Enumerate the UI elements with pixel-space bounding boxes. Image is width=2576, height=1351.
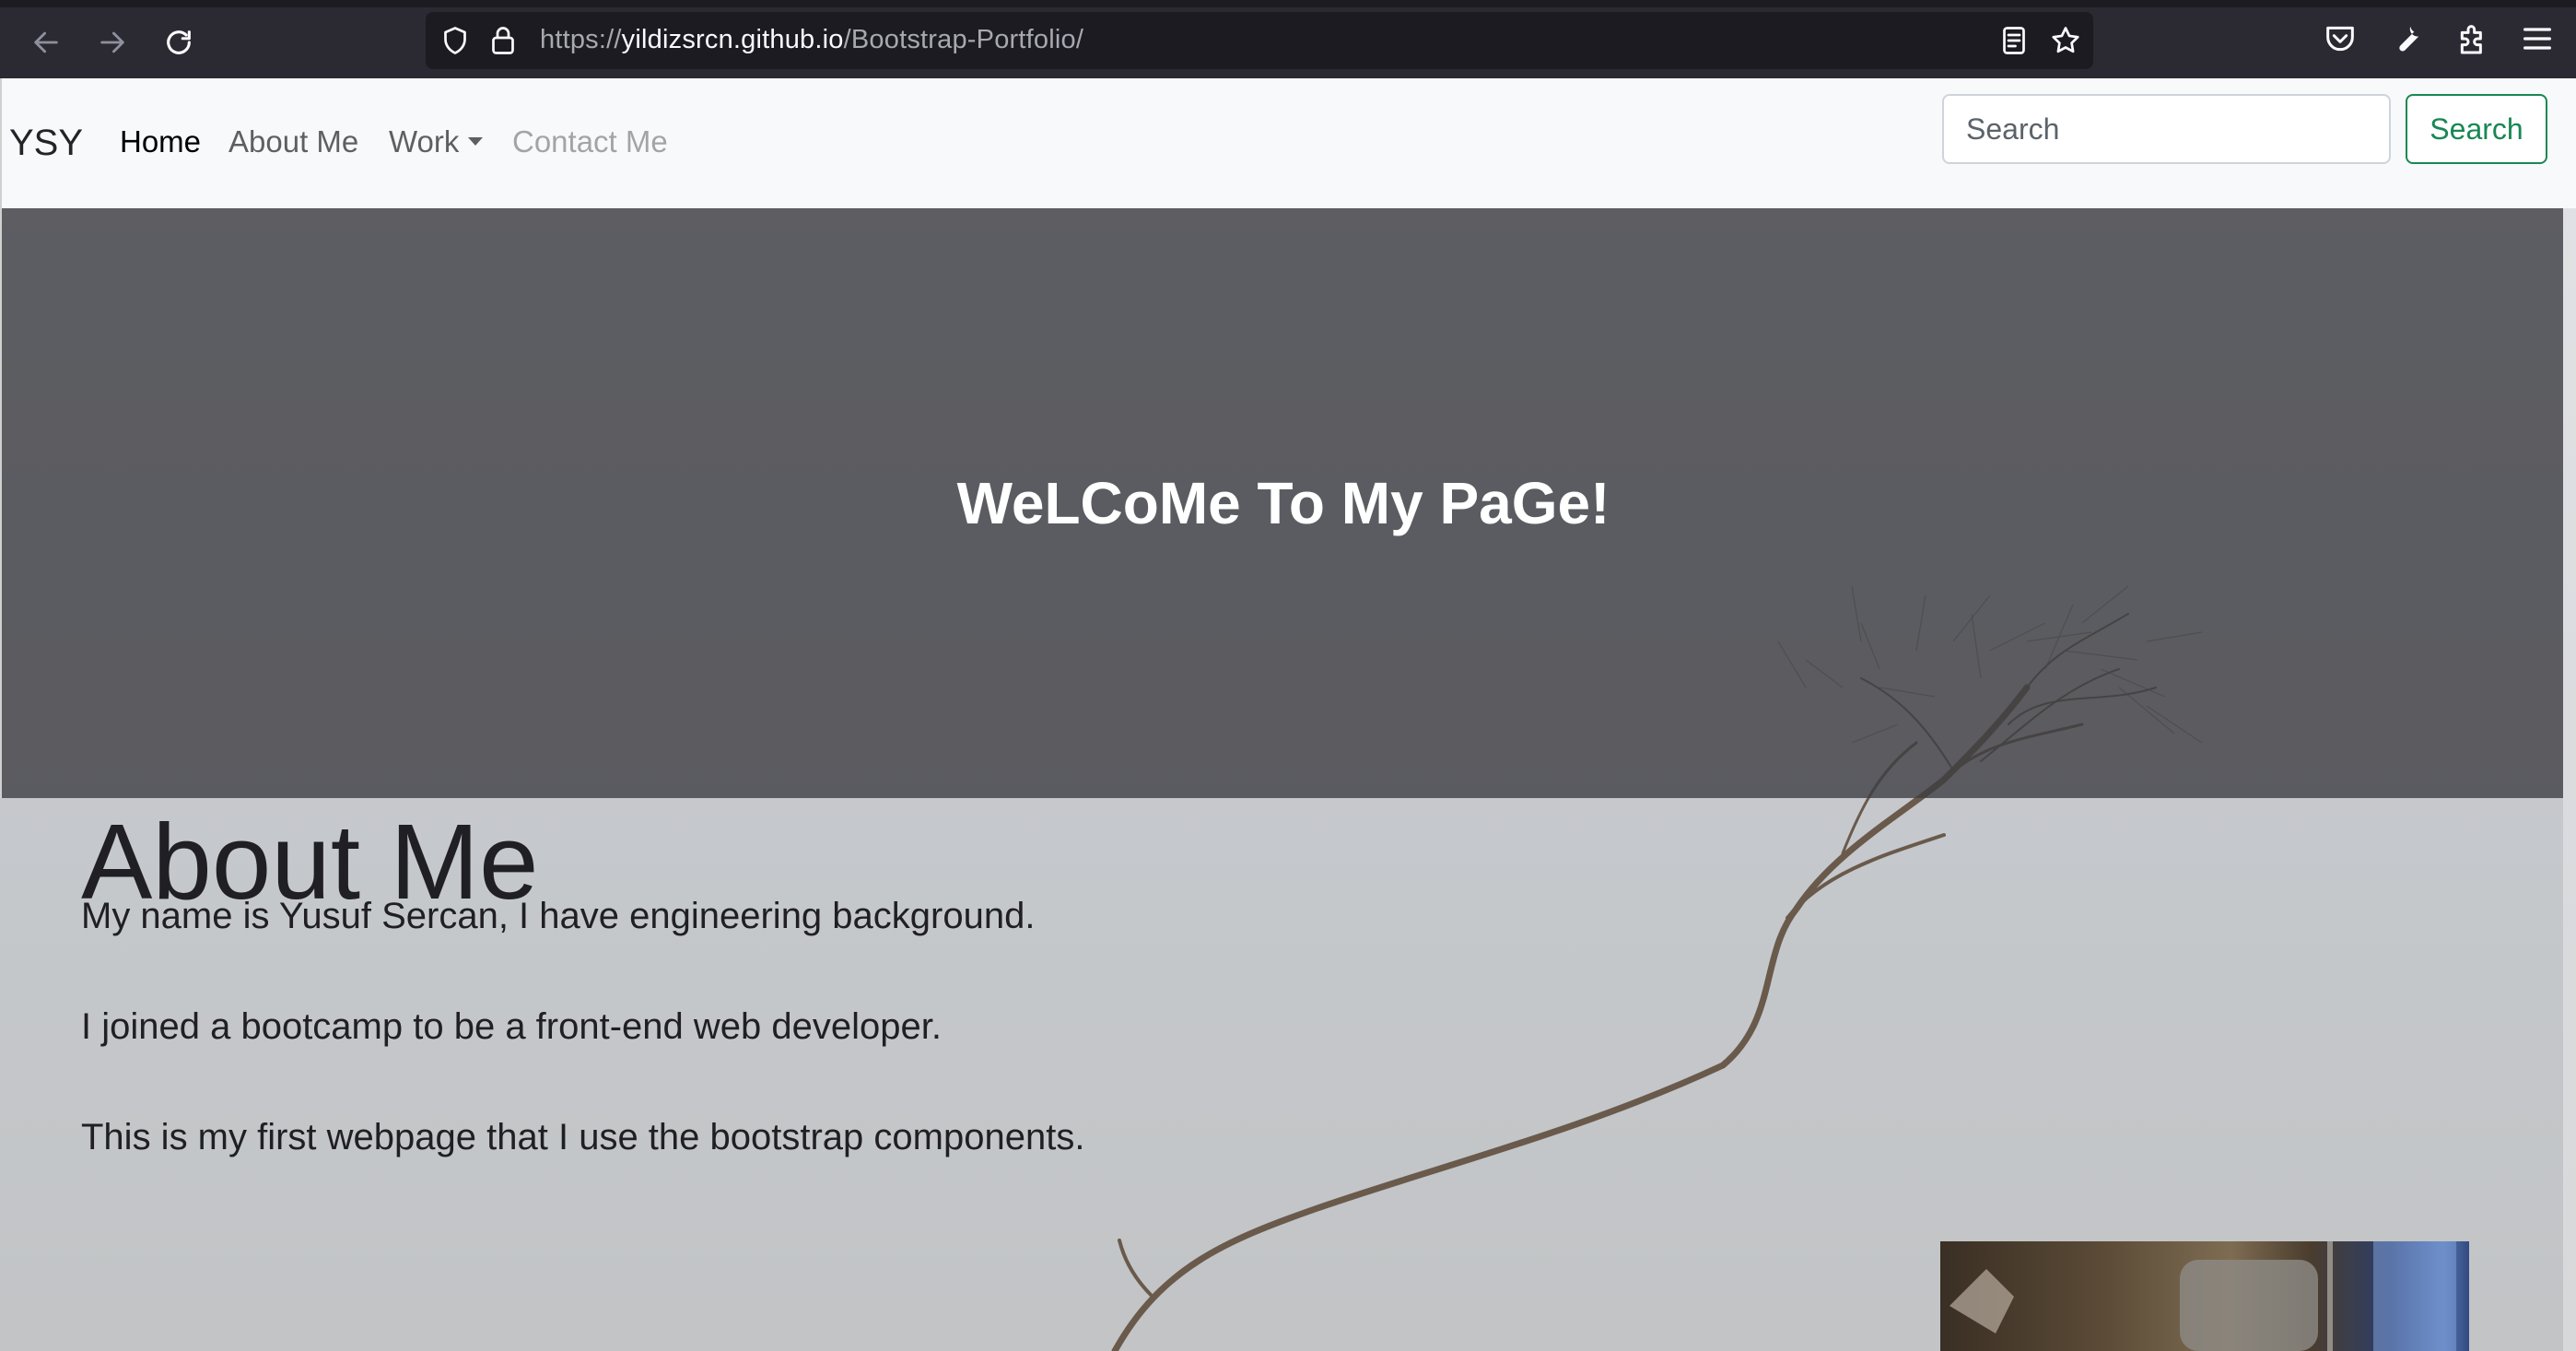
- pocket-icon[interactable]: [2322, 20, 2359, 57]
- search-input[interactable]: [1942, 94, 2391, 164]
- hero-title: WeLCoMe To My PaGe!: [956, 470, 1610, 536]
- lock-icon[interactable]: [486, 24, 520, 57]
- reload-icon: [167, 30, 191, 54]
- about-paragraph-1: My name is Yusuf Sercan, I have engineer…: [81, 896, 1036, 936]
- hero-banner: WeLCoMe To My PaGe!: [0, 208, 2563, 798]
- reload-button[interactable]: [153, 17, 205, 68]
- nav-link-contact-me: Contact Me: [512, 124, 668, 159]
- about-paragraph-3: This is my first webpage that I use the …: [81, 1117, 1085, 1157]
- nav-link-work-dropdown[interactable]: Work: [389, 124, 484, 159]
- hamburger-menu-icon[interactable]: [2519, 20, 2556, 57]
- search-button[interactable]: Search: [2406, 94, 2547, 164]
- nav-link-work-label: Work: [389, 124, 460, 159]
- forward-button[interactable]: [87, 17, 138, 68]
- browser-toolbar: https://yildizsrcn.github.io/Bootstrap-P…: [0, 0, 2576, 78]
- url-path: /Bootstrap-Portfolio/: [843, 25, 1084, 54]
- puzzle-icon[interactable]: [2454, 20, 2491, 57]
- shield-icon[interactable]: [439, 24, 472, 57]
- page-scrollbar[interactable]: [2563, 208, 2576, 1351]
- url-text[interactable]: https://yildizsrcn.github.io/Bootstrap-P…: [540, 25, 1083, 55]
- nav-link-home[interactable]: Home: [120, 124, 201, 159]
- url-scheme: https://: [540, 25, 622, 54]
- wrench-icon[interactable]: [2388, 20, 2425, 57]
- url-domain: yildizsrcn.github.io: [621, 25, 844, 54]
- about-section: About Me My name is Yusuf Sercan, I have…: [81, 803, 1739, 1157]
- site-navbar: YSY Home About Me Work Contact Me Search: [0, 78, 2576, 208]
- caret-down-icon: [468, 136, 484, 146]
- page-viewport: WeLCoMe To My PaGe! About Me My name is …: [0, 78, 2576, 1351]
- arrow-left-icon: [34, 31, 58, 53]
- reader-view-icon[interactable]: [1997, 24, 2031, 57]
- about-paragraph-2: I joined a bootcamp to be a front-end we…: [81, 1006, 942, 1047]
- nav-link-about-me[interactable]: About Me: [228, 124, 358, 159]
- photo-content: [1950, 1241, 2456, 1351]
- navbar-brand[interactable]: YSY: [9, 123, 83, 164]
- back-button[interactable]: [20, 17, 72, 68]
- profile-photo: [1940, 1241, 2469, 1351]
- tab-strip-edge: [0, 0, 2576, 7]
- star-icon[interactable]: [2049, 24, 2082, 57]
- address-bar[interactable]: https://yildizsrcn.github.io/Bootstrap-P…: [426, 12, 2093, 69]
- arrow-right-icon: [100, 31, 124, 53]
